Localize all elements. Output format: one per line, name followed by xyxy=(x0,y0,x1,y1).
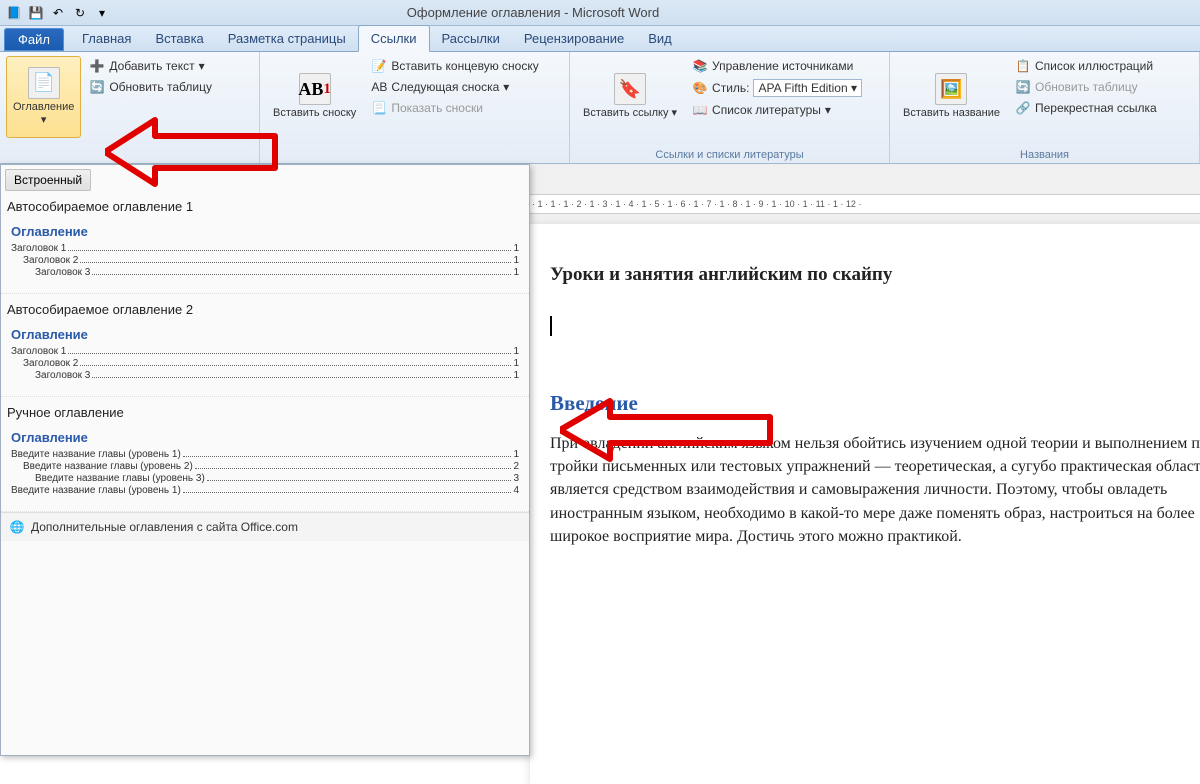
gallery-option-title: Ручное оглавление xyxy=(7,405,523,420)
toc-preview-line: Заголовок 31 xyxy=(11,267,519,278)
quick-access-toolbar: 📘 💾 ↶ ↻ ▾ xyxy=(0,3,116,23)
toc-preview-line: Введите название главы (уровень 1)1 xyxy=(11,449,519,460)
tab-разметка страницы[interactable]: Разметка страницы xyxy=(216,26,358,51)
ribbon-tabstrip: Файл ГлавнаяВставкаРазметка страницыСсыл… xyxy=(0,26,1200,52)
window-title: Оформление оглавления - Microsoft Word xyxy=(116,5,1200,20)
qat-dropdown-icon[interactable]: ▾ xyxy=(92,3,112,23)
gallery-preview: Оглавление Заголовок 11Заголовок 21Заголо… xyxy=(7,224,523,278)
toc-preview-line: Заголовок 31 xyxy=(11,370,519,381)
tab-вставка[interactable]: Вставка xyxy=(143,26,215,51)
next-footnote-icon: AB xyxy=(371,79,387,95)
cross-reference-button[interactable]: 🔗 Перекрестная ссылка xyxy=(1011,98,1161,118)
preview-title: Оглавление xyxy=(11,224,519,239)
document-page[interactable]: Уроки и занятия английским по скайпу Вве… xyxy=(530,224,1200,784)
gallery-header: Встроенный xyxy=(5,169,91,191)
update-toc-button[interactable]: 🔄 Обновить таблицу xyxy=(85,77,216,97)
toc-preview-line: Введите название главы (уровень 2)2 xyxy=(11,461,519,472)
crossref-icon: 🔗 xyxy=(1015,100,1031,116)
update-captions-button: 🔄 Обновить таблицу xyxy=(1011,77,1161,97)
show-footnotes-button: 📃 Показать сноски xyxy=(367,98,542,118)
preview-title: Оглавление xyxy=(11,327,519,342)
update-cap-icon: 🔄 xyxy=(1015,79,1031,95)
next-footnote-button[interactable]: AB Следующая сноска ▾ xyxy=(367,77,542,97)
manage-sources-icon: 📚 xyxy=(692,58,708,74)
footnote-icon: AB1 xyxy=(299,73,331,105)
ribbon-group-footnotes: AB1 Вставить сноску 📝 Вставить концевую … xyxy=(260,52,570,163)
add-text-button[interactable]: ➕ Добавить текст ▾ xyxy=(85,56,216,76)
doc-title: Уроки и занятия английским по скайпу xyxy=(550,264,1200,286)
gallery-preview: Оглавление Заголовок 11Заголовок 21Заголо… xyxy=(7,327,523,381)
undo-icon[interactable]: ↶ xyxy=(48,3,68,23)
tab-file[interactable]: Файл xyxy=(4,28,64,51)
gallery-more-office[interactable]: 🌐 Дополнительные оглавления с сайта Offi… xyxy=(1,512,529,541)
insert-caption-button[interactable]: 🖼️ Вставить название xyxy=(896,56,1007,138)
group-title-captions: Названия xyxy=(896,147,1193,161)
insert-endnote-button[interactable]: 📝 Вставить концевую сноску xyxy=(367,56,542,76)
toc-icon: 📄 xyxy=(28,67,60,99)
style-icon: 🎨 xyxy=(692,80,708,96)
preview-title: Оглавление xyxy=(11,430,519,445)
tab-рецензирование[interactable]: Рецензирование xyxy=(512,26,636,51)
tab-вид[interactable]: Вид xyxy=(636,26,684,51)
ribbon-group-captions: 🖼️ Вставить название 📋 Список иллюстраци… xyxy=(890,52,1200,163)
citation-style-row: 🎨 Стиль: APA Fifth Edition ▾ xyxy=(688,77,866,99)
gallery-option[interactable]: Автособираемое оглавление 2 Оглавление Заг… xyxy=(1,294,529,397)
citation-style-select[interactable]: APA Fifth Edition ▾ xyxy=(753,79,862,97)
annotation-arrow-left xyxy=(105,112,285,192)
tab-главная[interactable]: Главная xyxy=(70,26,143,51)
toc-preview-line: Введите название главы (уровень 1)4 xyxy=(11,485,519,496)
group-title-citations: Ссылки и списки литературы xyxy=(576,147,883,161)
horizontal-ruler[interactable]: · 1 · 1 · 1 · 2 · 1 · 3 · 1 · 4 · 1 · 5 … xyxy=(530,194,1200,214)
save-icon[interactable]: 💾 xyxy=(26,3,46,23)
toc-preview-line: Заголовок 21 xyxy=(11,255,519,266)
bibliography-button[interactable]: 📖 Список литературы ▾ xyxy=(688,100,866,120)
toc-preview-line: Заголовок 21 xyxy=(11,358,519,369)
endnote-icon: 📝 xyxy=(371,58,387,74)
redo-icon[interactable]: ↻ xyxy=(70,3,90,23)
toc-dropdown-button[interactable]: 📄 Оглавление▾ xyxy=(6,56,81,138)
titlebar: 📘 💾 ↶ ↻ ▾ Оформление оглавления - Micros… xyxy=(0,0,1200,26)
update-icon: 🔄 xyxy=(89,79,105,95)
tab-ссылки[interactable]: Ссылки xyxy=(358,25,430,52)
word-app-icon[interactable]: 📘 xyxy=(4,3,24,23)
ribbon-group-citations: 🔖 Вставить ссылку ▾ 📚 Управление источни… xyxy=(570,52,890,163)
gallery-option[interactable]: Ручное оглавление Оглавление Введите назва… xyxy=(1,397,529,512)
annotation-arrow-right xyxy=(560,395,780,465)
bibliography-icon: 📖 xyxy=(692,102,708,118)
toc-gallery-dropdown: Встроенный Автособираемое оглавление 1 Ог… xyxy=(0,164,530,756)
insert-citation-button[interactable]: 🔖 Вставить ссылку ▾ xyxy=(576,56,684,138)
gallery-option-title: Автособираемое оглавление 1 xyxy=(7,199,523,214)
list-figures-icon: 📋 xyxy=(1015,58,1031,74)
add-text-icon: ➕ xyxy=(89,58,105,74)
gallery-preview: Оглавление Введите название главы (уровен… xyxy=(7,430,523,496)
gallery-option[interactable]: Автособираемое оглавление 1 Оглавление Заг… xyxy=(1,191,529,294)
text-cursor xyxy=(550,316,1200,336)
tab-рассылки[interactable]: Рассылки xyxy=(430,26,512,51)
toc-preview-line: Заголовок 11 xyxy=(11,346,519,357)
gallery-option-title: Автособираемое оглавление 2 xyxy=(7,302,523,317)
list-figures-button[interactable]: 📋 Список иллюстраций xyxy=(1011,56,1161,76)
show-icon: 📃 xyxy=(371,100,387,116)
toc-preview-line: Введите название главы (уровень 3)3 xyxy=(11,473,519,484)
caption-icon: 🖼️ xyxy=(935,73,967,105)
citation-icon: 🔖 xyxy=(614,73,646,105)
office-icon: 🌐 xyxy=(9,519,25,535)
manage-sources-button[interactable]: 📚 Управление источниками xyxy=(688,56,866,76)
toc-preview-line: Заголовок 11 xyxy=(11,243,519,254)
